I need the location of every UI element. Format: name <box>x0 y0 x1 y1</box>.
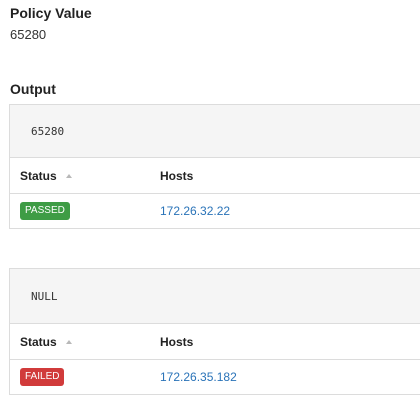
host-link[interactable]: 172.26.35.182 <box>160 360 237 394</box>
host-link[interactable]: 172.26.32.22 <box>160 194 230 228</box>
status-column-header[interactable]: Status <box>20 324 72 360</box>
output-card: 65280 Status Hosts PASSED 172.26.32.22 <box>9 104 420 229</box>
results-table-header: Status Hosts <box>10 158 420 194</box>
sort-up-icon[interactable] <box>65 340 72 344</box>
hosts-column-header: Hosts <box>160 335 194 349</box>
output-code-block: NULL <box>10 269 420 324</box>
status-column-label: Status <box>20 169 57 183</box>
status-badge: PASSED <box>20 202 70 220</box>
results-table-header: Status Hosts <box>10 324 420 360</box>
table-row: PASSED 172.26.32.22 <box>10 194 420 228</box>
output-heading: Output <box>10 81 56 97</box>
status-column-label: Status <box>20 335 57 349</box>
output-code-block: 65280 <box>10 105 420 158</box>
table-row: FAILED 172.26.35.182 <box>10 360 420 394</box>
status-column-header[interactable]: Status <box>20 158 72 194</box>
output-card: NULL Status Hosts FAILED 172.26.35.182 <box>9 268 420 395</box>
policy-value-text: 65280 <box>10 27 47 42</box>
policy-output-panel: Policy Value 65280 Output 65280 Status H… <box>0 0 420 405</box>
sort-up-icon[interactable] <box>65 174 72 178</box>
policy-value-heading: Policy Value <box>10 5 92 21</box>
status-badge: FAILED <box>20 368 65 386</box>
hosts-column-header: Hosts <box>160 169 194 183</box>
